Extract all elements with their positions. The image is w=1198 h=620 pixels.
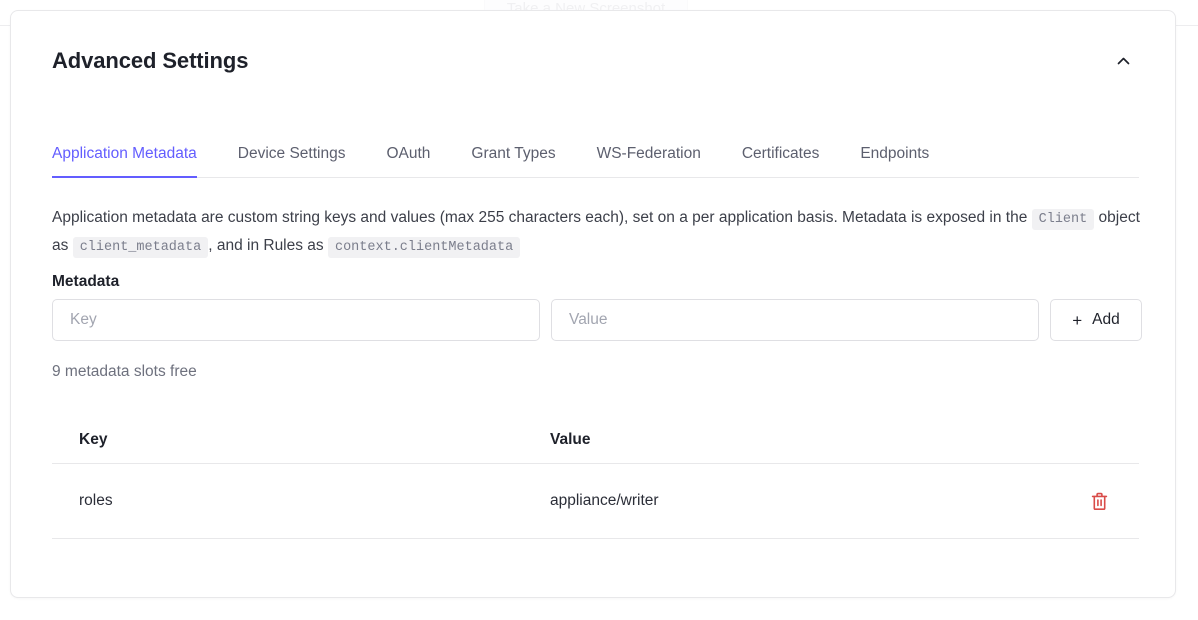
page-title: Advanced Settings <box>52 48 248 74</box>
trash-icon[interactable] <box>1087 488 1112 515</box>
column-header-value: Value <box>542 431 1059 449</box>
tab-oauth[interactable]: OAuth <box>386 145 430 178</box>
chevron-up-icon[interactable] <box>1109 47 1137 75</box>
plus-icon: + <box>1072 312 1082 329</box>
tab-certificates[interactable]: Certificates <box>742 145 820 178</box>
tab-ws-federation[interactable]: WS-Federation <box>597 145 701 178</box>
code-chip-client-metadata: client_metadata <box>73 237 209 258</box>
metadata-section-label: Metadata <box>52 273 119 291</box>
table-header-row: Key Value <box>52 416 1139 464</box>
add-metadata-button[interactable]: + Add <box>1050 299 1142 341</box>
cell-value: appliance/writer <box>542 492 1059 510</box>
table-row: roles appliance/writer <box>52 464 1139 539</box>
card-header: Advanced Settings <box>11 11 1175 111</box>
metadata-description: Application metadata are custom string k… <box>52 205 1144 261</box>
metadata-value-input[interactable] <box>551 299 1039 341</box>
metadata-table: Key Value roles appliance/writer <box>52 416 1139 539</box>
description-text-1: Application metadata are custom string k… <box>52 209 1032 226</box>
add-button-label: Add <box>1092 311 1120 329</box>
metadata-key-input[interactable] <box>52 299 540 341</box>
tab-endpoints[interactable]: Endpoints <box>860 145 929 178</box>
tab-device-settings[interactable]: Device Settings <box>238 145 346 178</box>
cell-actions <box>1059 488 1139 515</box>
cell-key: roles <box>52 492 542 510</box>
column-header-key: Key <box>52 431 542 449</box>
settings-tabs: Application Metadata Device Settings OAu… <box>52 135 1139 178</box>
metadata-slots-free-text: 9 metadata slots free <box>52 363 197 381</box>
code-chip-client: Client <box>1032 209 1095 230</box>
advanced-settings-card: Advanced Settings Application Metadata D… <box>10 10 1176 598</box>
tab-grant-types[interactable]: Grant Types <box>471 145 555 178</box>
tab-application-metadata[interactable]: Application Metadata <box>52 145 197 178</box>
description-text-3: , and in Rules as <box>208 237 328 254</box>
code-chip-context-client-metadata: context.clientMetadata <box>328 237 520 258</box>
metadata-add-form: + Add <box>52 299 1144 341</box>
